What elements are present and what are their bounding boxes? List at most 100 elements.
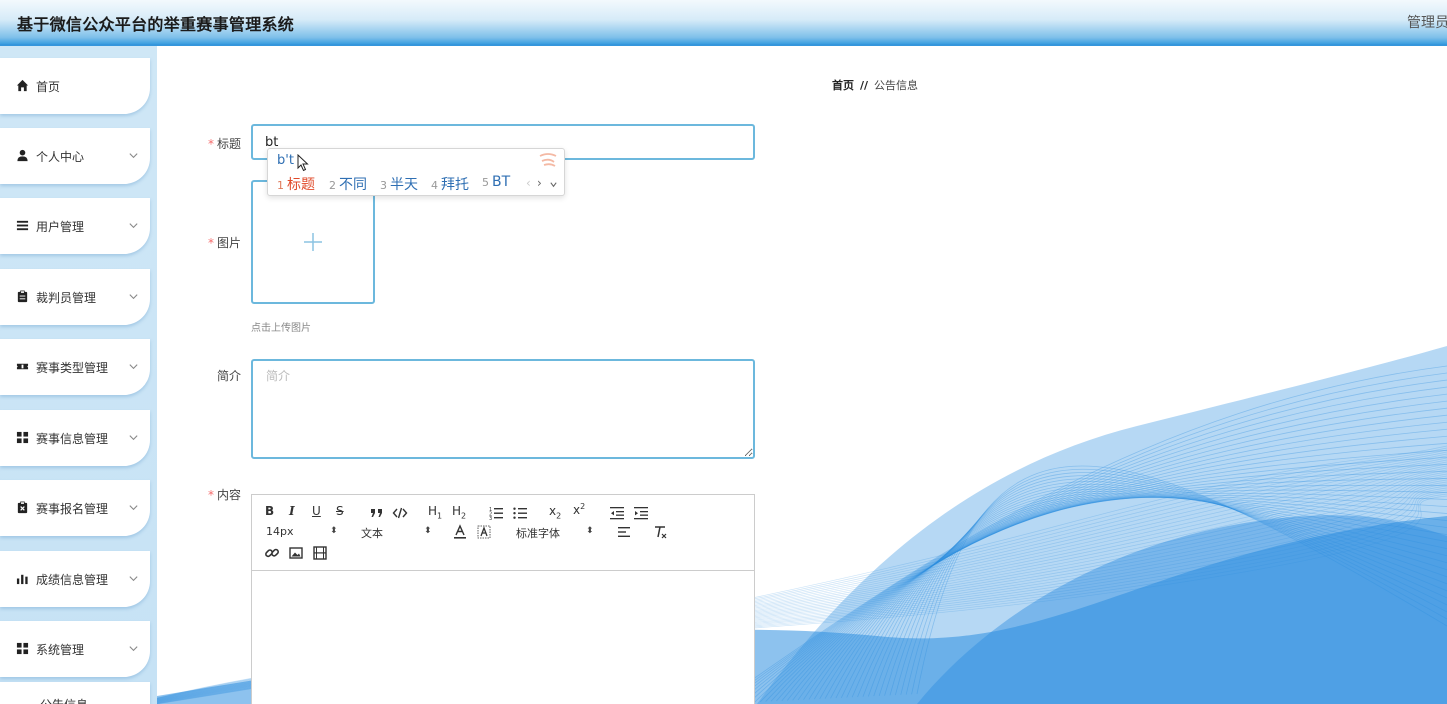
sidebar-item-registration-management[interactable]: 赛事报名管理 — [0, 480, 150, 536]
sidebar-item-personal-center[interactable]: 个人中心 — [0, 128, 150, 184]
font-color-icon[interactable] — [452, 524, 468, 540]
upload-hint: 点击上传图片 — [251, 323, 311, 334]
sidebar-item-label: 赛事类型管理 — [36, 361, 109, 375]
ime-composition-text: b't — [277, 153, 294, 168]
image-upload-button[interactable] — [251, 180, 375, 304]
quote-icon[interactable] — [369, 505, 385, 521]
required-mark: * — [207, 488, 214, 502]
select-arrows-icon: ⬍ — [330, 526, 338, 536]
header2-button[interactable]: H2 — [452, 504, 466, 520]
indent-icon[interactable] — [633, 505, 649, 521]
intro-textarea[interactable] — [251, 359, 755, 459]
sidebar-item-announcement[interactable]: 公告信息 — [0, 682, 150, 704]
sidebar-item-label: 成绩信息管理 — [36, 573, 109, 587]
sidebar-item-label: 系统管理 — [36, 643, 85, 657]
clipboard-x-icon — [17, 501, 28, 514]
chevron-down-icon — [129, 153, 138, 159]
sidebar-item-label: 首页 — [36, 80, 61, 94]
sidebar-item-home[interactable]: 首页 — [0, 58, 150, 114]
font-size-select[interactable]: 14px — [266, 525, 294, 538]
ime-candidate[interactable]: 4 拜托 — [431, 174, 469, 194]
chevron-down-icon — [129, 435, 138, 441]
text-style-select[interactable]: 文本 — [361, 525, 383, 541]
current-user[interactable]: 管理员 — [1407, 12, 1447, 32]
bold-button[interactable]: B — [265, 504, 274, 518]
font-family-select[interactable]: 标准字体 — [516, 525, 560, 541]
breadcrumb: 首页 // 公告信息 — [832, 77, 918, 93]
ime-candidate[interactable]: 2 不同 — [329, 174, 367, 194]
chevron-down-icon — [129, 223, 138, 229]
content-label: * 内容 — [207, 488, 241, 502]
outdent-icon[interactable] — [609, 505, 625, 521]
required-mark: * — [207, 236, 214, 250]
bullet-list-icon[interactable] — [512, 505, 528, 521]
main-content: 首页 // 公告信息 *标题 *图片 点击上传图片 简介 *内容 B I U S H… — [157, 46, 1447, 704]
sidebar-item-label: 赛事信息管理 — [36, 432, 109, 446]
ime-logo-icon — [539, 153, 557, 167]
superscript-button[interactable]: x2 — [573, 502, 585, 517]
chevron-down-icon — [129, 576, 138, 582]
sidebar-item-label: 裁判员管理 — [36, 291, 97, 305]
sidebar-item-label: 个人中心 — [36, 150, 85, 164]
select-arrows-icon: ⬍ — [424, 526, 432, 536]
editor-content-area[interactable] — [252, 572, 754, 704]
background-color-icon[interactable] — [476, 524, 492, 540]
sidebar-item-label: 用户管理 — [36, 220, 85, 234]
image-icon[interactable] — [288, 545, 304, 561]
header1-button[interactable]: H1 — [428, 504, 442, 520]
sidebar-item-system-management[interactable]: 系统管理 — [0, 621, 150, 677]
clipboard-icon — [17, 290, 28, 303]
subscript-button[interactable]: x2 — [549, 504, 561, 520]
sidebar: 首页 个人中心 用户管理 裁判员管理 赛事类型管理 赛事信息管理 赛事报名管理 … — [0, 46, 157, 704]
intro-label: 简介 — [216, 369, 241, 383]
chevron-down-icon — [129, 364, 138, 370]
breadcrumb-current: 公告信息 — [874, 79, 919, 92]
ime-expand-icon[interactable] — [549, 180, 558, 189]
ime-next-page-icon[interactable]: › — [537, 176, 542, 190]
sidebar-item-label: 公告信息 — [40, 696, 88, 704]
sidebar-item-score-management[interactable]: 成绩信息管理 — [0, 551, 150, 607]
svg-text:3: 3 — [489, 516, 492, 521]
required-mark: * — [207, 137, 214, 151]
breadcrumb-separator: // — [860, 79, 869, 92]
sidebar-item-label: 赛事报名管理 — [36, 502, 109, 516]
link-icon[interactable] — [264, 545, 280, 561]
italic-button[interactable]: I — [289, 504, 295, 518]
chevron-down-icon — [129, 646, 138, 652]
ime-candidate[interactable]: 1 标题 — [277, 174, 315, 194]
code-block-icon[interactable] — [392, 505, 408, 521]
sidebar-item-referee-management[interactable]: 裁判员管理 — [0, 269, 150, 325]
image-label: * 图片 — [207, 236, 241, 250]
ticket-icon — [16, 363, 29, 370]
breadcrumb-home[interactable]: 首页 — [832, 79, 854, 92]
chevron-down-icon — [129, 294, 138, 300]
chevron-down-icon — [129, 505, 138, 511]
select-arrows-icon: ⬍ — [586, 526, 594, 536]
grid-icon — [16, 431, 29, 444]
sidebar-item-user-management[interactable]: 用户管理 — [0, 198, 150, 254]
grid-icon — [16, 642, 29, 655]
list-icon — [16, 220, 29, 231]
app-header: 基于微信公众平台的举重赛事管理系统 管理员 — [0, 0, 1447, 46]
sidebar-item-event-type-management[interactable]: 赛事类型管理 — [0, 339, 150, 395]
home-icon — [16, 79, 29, 92]
ime-candidate[interactable]: 5 BT — [482, 174, 510, 190]
ime-candidate-window: b't 1 标题 2 不同 3 半天 4 拜托 5 BT ‹ › — [267, 148, 565, 196]
rich-text-editor: B I U S H1 H2 123 x2 x2 14px ⬍ 文本 ⬍ 标准字体… — [251, 494, 755, 704]
ime-candidate[interactable]: 3 半天 — [380, 174, 418, 194]
title-label: * 标题 — [207, 137, 241, 151]
plus-icon — [304, 233, 322, 251]
user-icon — [17, 149, 28, 162]
sidebar-item-event-info-management[interactable]: 赛事信息管理 — [0, 410, 150, 466]
strikethrough-button[interactable]: S — [336, 504, 344, 518]
mouse-cursor-icon — [297, 154, 309, 172]
clear-format-icon[interactable] — [652, 524, 668, 540]
video-icon[interactable] — [312, 545, 328, 561]
underline-button[interactable]: U — [312, 504, 321, 518]
ordered-list-icon[interactable]: 123 — [488, 505, 504, 521]
bar-chart-icon — [16, 574, 28, 585]
align-left-icon[interactable] — [616, 524, 632, 540]
ime-prev-page-icon[interactable]: ‹ — [526, 176, 531, 190]
app-title: 基于微信公众平台的举重赛事管理系统 — [17, 15, 295, 34]
editor-toolbar: B I U S H1 H2 123 x2 x2 14px ⬍ 文本 ⬍ 标准字体… — [252, 495, 754, 571]
